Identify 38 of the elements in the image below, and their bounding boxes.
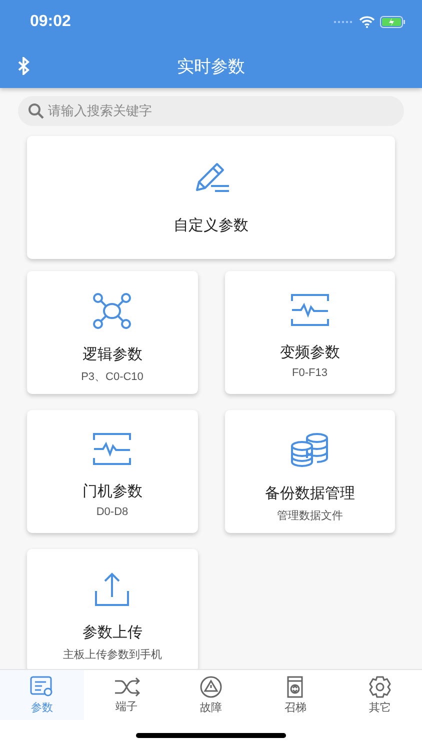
coin-stack-icon (290, 432, 330, 468)
tab-bar-item[interactable]: 故障 (168, 670, 254, 720)
shuffle-icon (114, 676, 140, 696)
card-title: 自定义参数 (174, 216, 248, 235)
page-title: 实时参数 (177, 56, 245, 78)
status-time: 09:02 (30, 13, 71, 31)
card-subtitle: F0-F13 (292, 367, 328, 379)
card-subtitle: D0-D8 (96, 506, 128, 518)
parameter-card[interactable]: 参数上传 主板上传参数到手机 (27, 549, 198, 669)
search-icon (28, 103, 44, 119)
card-title: 备份数据管理 (264, 484, 355, 503)
tab-bar-item[interactable]: 端子 (84, 670, 169, 720)
tab-bar-item[interactable]: 召梯 (253, 670, 338, 720)
signal-icon (334, 20, 354, 24)
parameter-card[interactable]: 逻辑参数 P3、C0-C10 (27, 271, 198, 394)
battery-icon (380, 16, 406, 28)
network-icon (92, 293, 132, 329)
parameter-card[interactable]: 备份数据管理 管理数据文件 (224, 410, 395, 533)
card-subtitle: P3、C0-C10 (81, 370, 144, 384)
elevator-icon (287, 676, 304, 698)
bluetooth-icon[interactable] (18, 57, 30, 75)
card-title: 门机参数 (82, 482, 142, 501)
card-subtitle: 管理数据文件 (276, 508, 343, 523)
waveform-icon (92, 432, 132, 466)
warning-icon (200, 676, 222, 698)
parameter-card[interactable]: 门机参数 D0-D8 (27, 410, 198, 533)
settings-icon (368, 676, 391, 698)
waveform-icon (290, 293, 330, 327)
custom-params-card[interactable]: 自定义参数 (27, 136, 395, 259)
settings-list-icon (30, 676, 54, 698)
card-subtitle: 主板上传参数到手机 (62, 648, 162, 662)
wifi-icon (359, 16, 375, 28)
parameter-card[interactable]: 变频参数 F0-F13 (224, 271, 395, 394)
card-title: 逻辑参数 (82, 345, 142, 364)
card-title: 参数上传 (82, 623, 142, 642)
tab-bar-item[interactable]: 其它 (338, 670, 422, 720)
card-title: 变频参数 (280, 343, 340, 362)
search-field[interactable]: 请输入搜索关键字 (18, 96, 404, 126)
